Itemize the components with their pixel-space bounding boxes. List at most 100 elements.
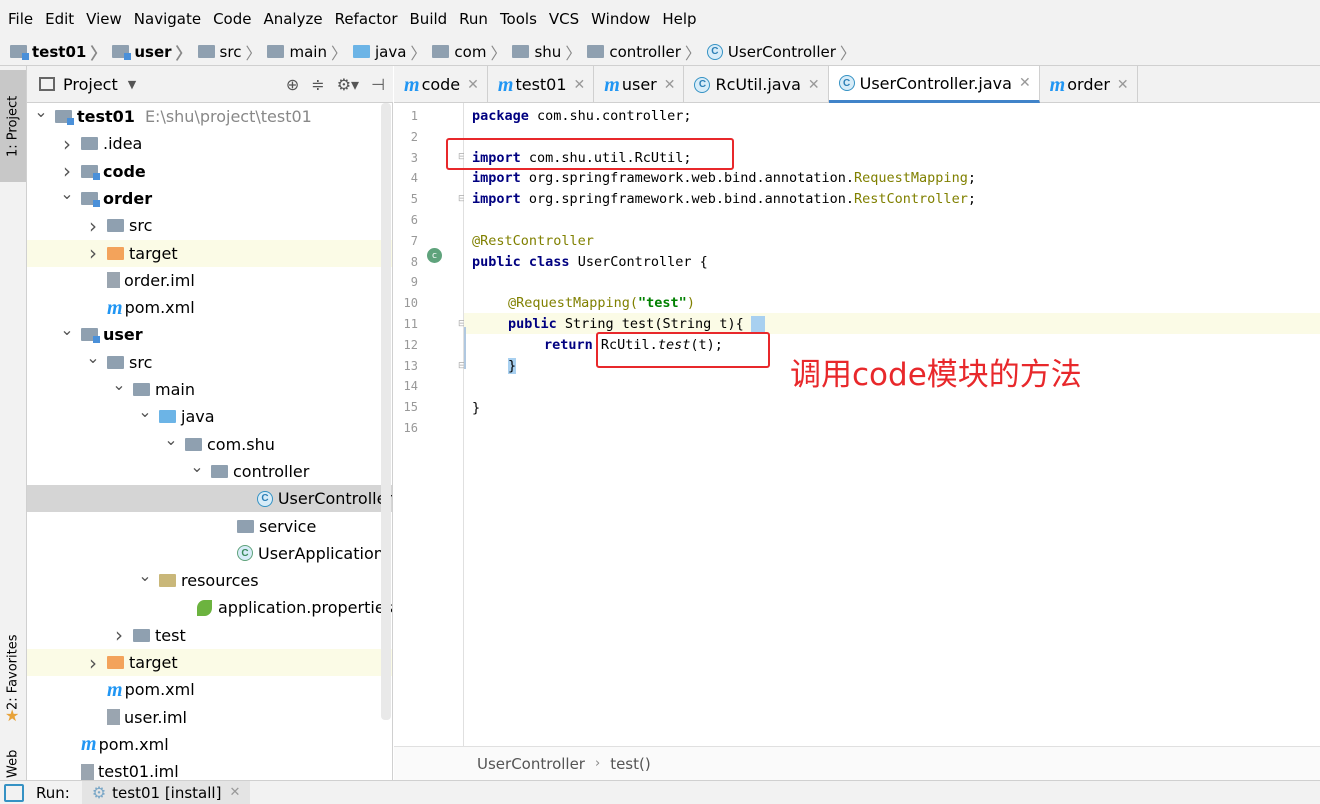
tree-node-order[interactable]: ⌄ order — [27, 184, 392, 212]
nav-crumb-user[interactable]: user 〉 — [112, 40, 195, 64]
chevron-right-icon[interactable]: › — [111, 623, 127, 647]
collapse-all-icon[interactable]: ≑ — [311, 75, 324, 94]
nav-crumb-controller[interactable]: controller 〉 — [587, 40, 705, 64]
tree-node-userapplication[interactable]: C UserApplication — [27, 540, 392, 567]
tree-node-user-iml[interactable]: user.iml — [27, 704, 392, 731]
editor-crumb-class[interactable]: UserController — [477, 755, 585, 773]
tree-node-target[interactable]: › target — [27, 649, 392, 676]
nav-crumb-com[interactable]: com 〉 — [432, 40, 510, 64]
close-icon[interactable]: ✕ — [574, 77, 586, 93]
nav-crumb-java[interactable]: java 〉 — [352, 40, 430, 64]
menu-code[interactable]: Code — [207, 0, 257, 38]
chevron-down-icon[interactable]: ⌄ — [85, 348, 101, 367]
menu-vcs[interactable]: VCS — [543, 0, 585, 38]
close-icon[interactable]: ✕ — [808, 77, 820, 93]
chevron-down-icon[interactable]: ⌄ — [163, 430, 179, 449]
project-tool-tab[interactable]: 1: Project — [0, 70, 26, 182]
editor-tab-order[interactable]: m order ✕ — [1040, 66, 1138, 103]
chevron-down-icon[interactable]: ⌄ — [59, 320, 75, 339]
tree-node-pom-xml[interactable]: m pom.xml — [27, 294, 392, 321]
menu-help[interactable]: Help — [656, 0, 702, 38]
menu-window[interactable]: Window — [585, 0, 656, 38]
tree-node-label: order.iml — [124, 270, 195, 290]
nav-crumb-shu[interactable]: shu 〉 — [512, 40, 585, 64]
gear-icon[interactable]: ⚙▾ — [337, 75, 359, 94]
editor-tab-rcutil-java[interactable]: C RcUtil.java ✕ — [684, 66, 829, 103]
tree-node-usercontroller[interactable]: C UserController — [27, 485, 392, 513]
menu-build[interactable]: Build — [404, 0, 454, 38]
nav-crumb-test01[interactable]: test01 〉 — [10, 40, 110, 64]
locate-icon[interactable]: ⊕ — [286, 75, 299, 94]
tree-node-pom-xml[interactable]: m pom.xml — [27, 676, 392, 703]
chevron-right-icon[interactable]: › — [85, 214, 101, 238]
chevron-down-icon[interactable]: ⌄ — [137, 402, 153, 421]
menu-edit[interactable]: Edit — [39, 0, 80, 38]
editor-tab-test01[interactable]: m test01 ✕ — [488, 66, 595, 103]
chevron-down-icon[interactable]: ⌄ — [33, 103, 49, 121]
tree-node-test01[interactable]: ⌄ test01 E:\shu\project\test01 — [27, 103, 392, 130]
menu-file[interactable]: File — [2, 0, 39, 38]
tree-node-test[interactable]: › test — [27, 622, 392, 649]
line-number: 2 — [410, 129, 418, 144]
line-number: 5 — [410, 192, 418, 207]
tree-node-label: test01.iml — [98, 762, 179, 780]
tree-node-user[interactable]: ⌄ user — [27, 320, 392, 348]
project-tree-scrollbar[interactable] — [381, 103, 391, 720]
run-config-tab[interactable]: ⚙ test01 [install] ✕ — [81, 780, 251, 804]
close-icon[interactable]: ✕ — [467, 77, 479, 93]
editor-tab-usercontroller-java[interactable]: C UserController.java ✕ — [828, 66, 1040, 103]
chevron-right-icon[interactable]: › — [59, 132, 75, 156]
nav-crumb-label: src — [219, 42, 242, 61]
tree-node-code[interactable]: › code — [27, 158, 392, 185]
close-icon[interactable]: ✕ — [1019, 75, 1031, 91]
web-tool-tab[interactable]: Web — [0, 744, 26, 784]
chevron-down-icon[interactable]: ⌄ — [59, 184, 75, 203]
project-panel-title[interactable]: Project — [63, 75, 118, 94]
chevron-down-icon[interactable]: ⌄ — [189, 457, 205, 476]
menu-refactor[interactable]: Refactor — [329, 0, 404, 38]
tree-node-order-iml[interactable]: order.iml — [27, 267, 392, 294]
tree-node--idea[interactable]: › .idea — [27, 130, 392, 157]
tree-node-target[interactable]: › target — [27, 239, 392, 267]
editor-crumb-method[interactable]: test() — [610, 755, 651, 773]
editor-tab-user[interactable]: m user ✕ — [594, 66, 685, 103]
menu-run[interactable]: Run — [453, 0, 494, 38]
tree-node-src[interactable]: ⌄ src — [27, 348, 392, 376]
chevron-down-icon[interactable]: ⌄ — [137, 566, 153, 585]
tree-node-test01-iml[interactable]: test01.iml — [27, 758, 392, 780]
tree-node-controller[interactable]: ⌄ controller — [27, 457, 392, 485]
chevron-down-icon[interactable]: ⌄ — [111, 375, 127, 394]
chevron-right-icon[interactable]: › — [59, 159, 75, 183]
tree-node-src[interactable]: › src — [27, 212, 392, 239]
close-icon[interactable]: ✕ — [229, 785, 240, 800]
spring-bean-icon[interactable]: c — [427, 248, 442, 263]
nav-crumb-usercontroller[interactable]: C UserController 〉 — [706, 40, 860, 64]
editor-tab-label: user — [621, 75, 657, 94]
tree-node-pom-xml[interactable]: m pom.xml — [27, 731, 392, 758]
tree-node-service[interactable]: service — [27, 513, 392, 540]
package-icon — [432, 45, 450, 58]
hide-panel-icon[interactable]: ⊣ — [371, 75, 385, 94]
project-tool-tab-label: 1: Project — [5, 95, 21, 157]
menu-analyze[interactable]: Analyze — [257, 0, 328, 38]
chevron-right-icon[interactable]: › — [85, 651, 101, 675]
close-icon[interactable]: ✕ — [1117, 77, 1129, 93]
editor-breadcrumb: UserController › test() — [394, 746, 1320, 780]
tree-node-java[interactable]: ⌄ java — [27, 402, 392, 430]
editor-tab-code[interactable]: m code ✕ — [394, 66, 488, 103]
menu-tools[interactable]: Tools — [494, 0, 543, 38]
tree-node-main[interactable]: ⌄ main — [27, 375, 392, 403]
tree-node-application-properties[interactable]: application.properties — [27, 594, 392, 621]
tree-node-com-shu[interactable]: ⌄ com.shu — [27, 430, 392, 458]
code-editor[interactable]: package com.shu.controller; import com.s… — [464, 103, 1320, 746]
dropdown-arrow-icon[interactable]: ▼ — [128, 78, 136, 91]
code-token: ; — [967, 191, 976, 207]
menu-navigate[interactable]: Navigate — [128, 0, 207, 38]
chevron-right-icon[interactable]: › — [85, 241, 101, 265]
class-icon: C — [694, 76, 711, 93]
nav-crumb-src[interactable]: src 〉 — [197, 40, 266, 64]
nav-crumb-main[interactable]: main 〉 — [267, 40, 351, 64]
menu-view[interactable]: View — [80, 0, 128, 38]
close-icon[interactable]: ✕ — [664, 77, 676, 93]
tree-node-resources[interactable]: ⌄ resources — [27, 566, 392, 594]
